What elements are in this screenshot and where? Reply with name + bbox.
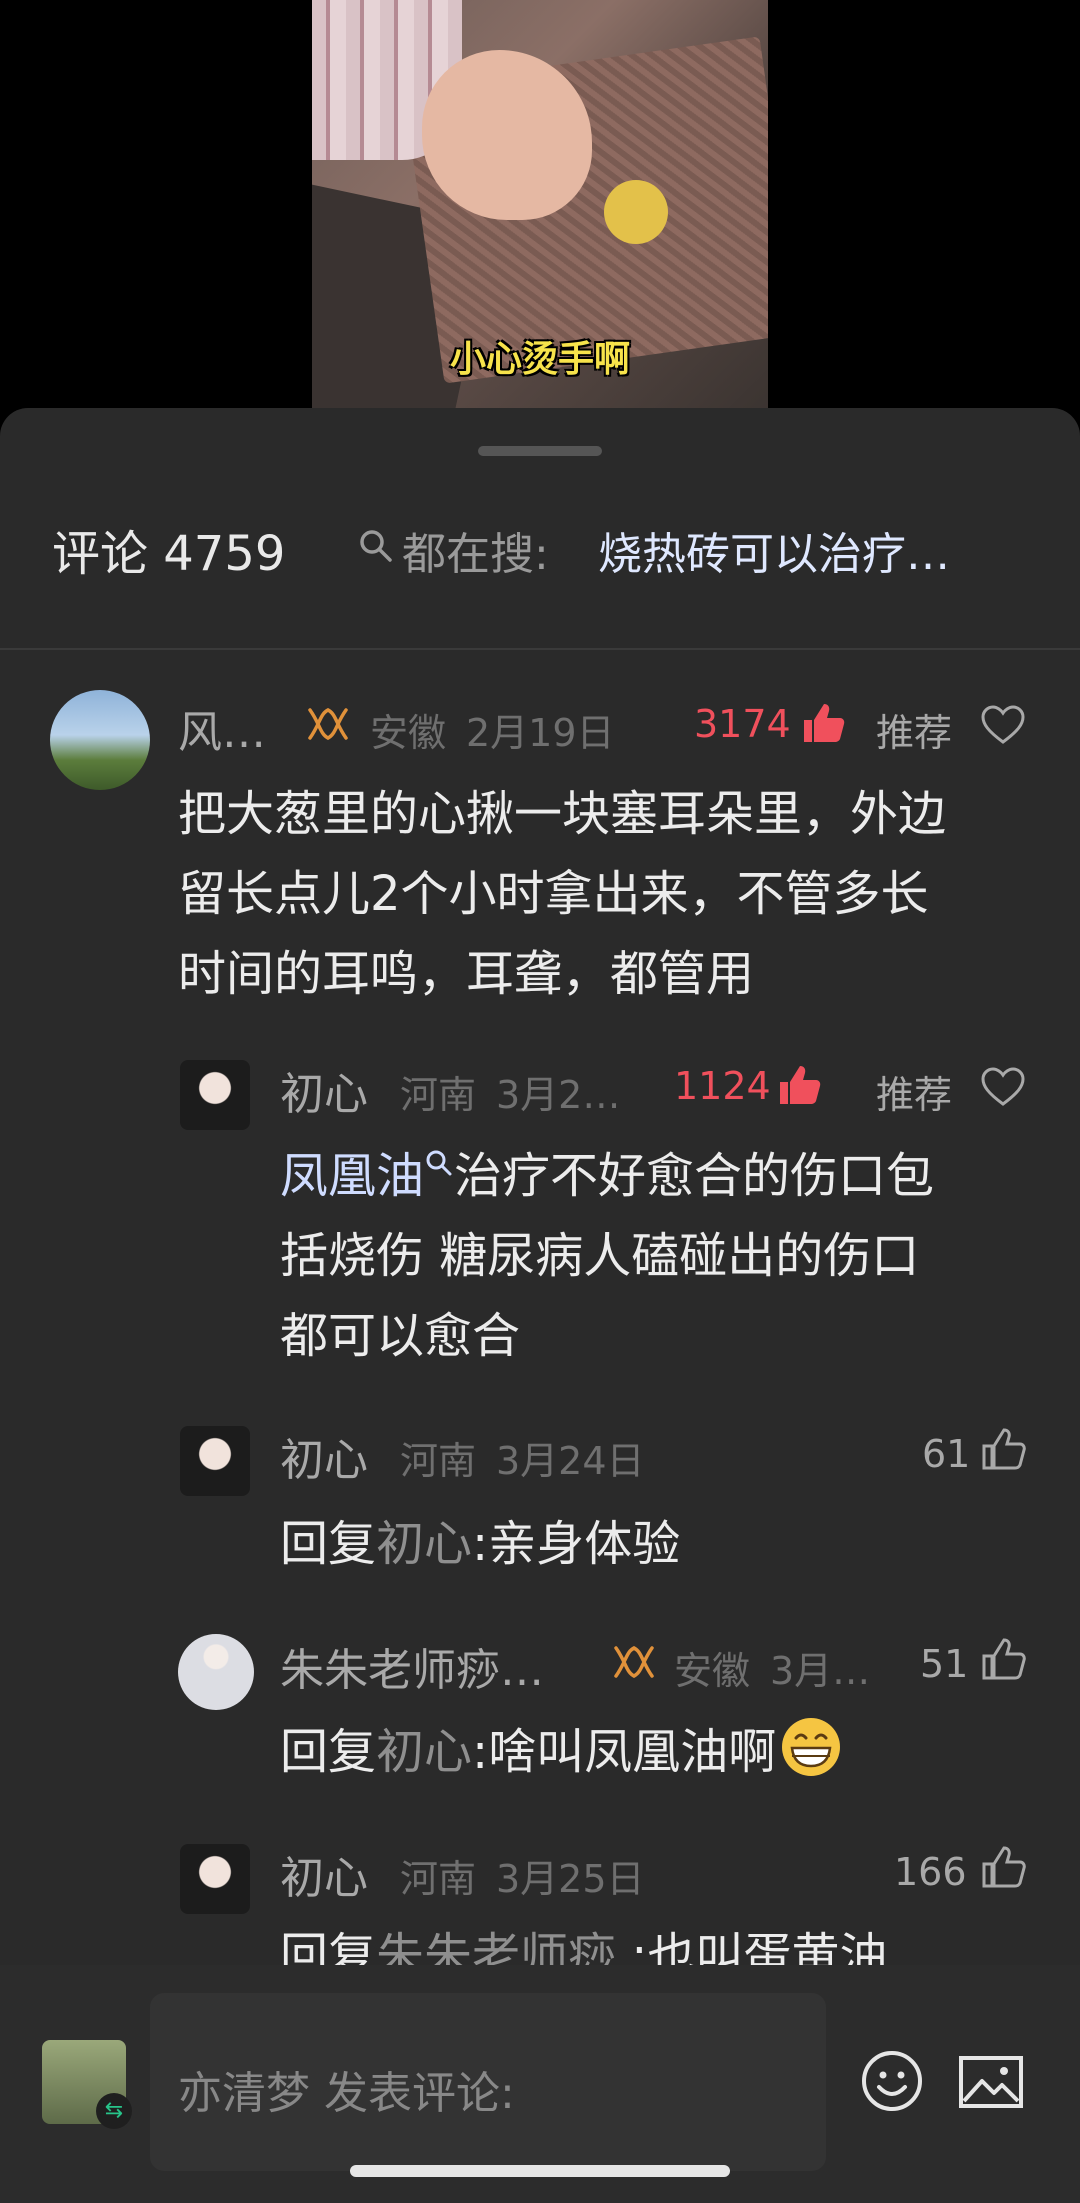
video-caption: 小心烫手啊: [449, 339, 630, 380]
switch-account-icon[interactable]: ⇆: [96, 2093, 132, 2129]
comment-date: 3月…: [770, 1649, 871, 1693]
comment-text-segment: 治疗不好愈合的伤口包: [454, 1148, 935, 1204]
comment-text-line: 凤凰油 治疗不好愈合的伤口包: [280, 1136, 1040, 1216]
grin-emoji-icon: [782, 1718, 841, 1776]
sheet-grab-handle[interactable]: [478, 446, 602, 456]
comment-sheet: 评论 4759 都在搜: 烧热砖可以治疗… 风… 安徽 2月19日 3174 推…: [0, 408, 1080, 2203]
trending-search-query[interactable]: 烧热砖可以治疗…: [598, 518, 950, 582]
home-indicator[interactable]: [350, 2165, 730, 2177]
video-frame[interactable]: 小心烫手啊: [312, 0, 768, 410]
like-count: 51: [920, 1642, 969, 1686]
search-icon[interactable]: [358, 528, 394, 564]
comment-location: 河南: [400, 1439, 477, 1483]
header-divider: [0, 648, 1080, 650]
comment-text-segment: :亲身体验: [472, 1516, 681, 1572]
comment-location: 安徽: [370, 711, 447, 755]
comment-input-placeholder: 亦清梦 发表评论:: [178, 2068, 515, 2119]
comment-author[interactable]: 初心: [280, 1842, 368, 1906]
like-count: 1124: [674, 1064, 771, 1108]
comment-author[interactable]: 初心: [280, 1058, 368, 1122]
like-thumb-icon[interactable]: [980, 1844, 1026, 1890]
comments-header: 评论 4759 都在搜: 烧热砖可以治疗…: [0, 508, 1080, 582]
avatar[interactable]: [180, 1426, 250, 1496]
like-thumb-icon[interactable]: [776, 1062, 822, 1108]
comment-text-segment: :啥叫凤凰油啊: [472, 1724, 777, 1780]
heart-icon[interactable]: [980, 704, 1026, 746]
like-count: 166: [894, 1850, 967, 1894]
comment-location: 河南: [400, 1857, 477, 1901]
comment-author[interactable]: 初心: [280, 1424, 368, 1488]
comment-text: 凤凰油 治疗不好愈合的伤口包 括烧伤 糖尿病人磕碰出的伤口 都可以愈合: [280, 1136, 1040, 1376]
comment-text-segment: :也叫蛋黄油: [616, 1928, 888, 1966]
like-count: 61: [922, 1432, 971, 1476]
comment-text-line: 留长点儿2个小时拿出来，不管多长: [178, 866, 929, 922]
like-count: 3174: [694, 702, 791, 746]
like-thumb-icon[interactable]: [980, 1636, 1026, 1682]
comment-author[interactable]: 风…: [178, 696, 266, 760]
recommend-label[interactable]: 推荐: [876, 1064, 952, 1119]
like-thumb-icon[interactable]: [800, 700, 846, 746]
crown-badge-icon: [614, 1646, 654, 1678]
avatar[interactable]: [50, 690, 150, 790]
reply-mention[interactable]: 朱朱老师痧: [376, 1928, 616, 1966]
like-thumb-icon[interactable]: [980, 1426, 1026, 1472]
comment-input[interactable]: 亦清梦 发表评论:: [150, 1993, 826, 2171]
search-link[interactable]: 凤凰油: [280, 1148, 424, 1204]
emoji-icon[interactable]: [860, 2049, 924, 2113]
comment-text: 回复初心:啥叫凤凰油啊: [280, 1712, 1040, 1792]
avatar[interactable]: [180, 1060, 250, 1130]
avatar[interactable]: [180, 1844, 250, 1914]
comment-location: 河南: [400, 1073, 477, 1117]
comment-text: 回复朱朱老师痧 :也叫蛋黄油: [280, 1916, 1040, 1966]
comments-count-title: 评论 4759: [52, 526, 286, 582]
comment-date: 3月24日: [496, 1439, 645, 1483]
comment-author[interactable]: 朱朱老师痧…: [280, 1634, 544, 1698]
video-player[interactable]: 小心烫手啊: [0, 0, 1080, 410]
recommend-label[interactable]: 推荐: [876, 702, 952, 757]
comment-date: 3月25日: [496, 1857, 645, 1901]
crown-badge-icon: [308, 708, 348, 740]
heart-icon[interactable]: [980, 1066, 1026, 1108]
comment-text-line: 都可以愈合: [280, 1308, 521, 1364]
video-yellow-disc: [604, 180, 668, 244]
comment-text: 把大葱里的心揪一块塞耳朵里，外边 留长点儿2个小时拿出来，不管多长 时间的耳鸣，…: [178, 774, 1038, 1014]
comment-date: 2月19日: [466, 711, 615, 755]
reply-prefix: 回复: [280, 1928, 377, 1966]
reply-mention[interactable]: 初心: [376, 1516, 472, 1572]
comment-text-line: 时间的耳鸣，耳聋，都管用: [178, 946, 755, 1002]
comment-location: 安徽: [674, 1649, 751, 1693]
trending-search-label[interactable]: 都在搜:: [402, 518, 549, 582]
comment-composer-bar: ⇆ 亦清梦 发表评论:: [0, 1965, 1080, 2203]
image-icon[interactable]: [958, 2055, 1024, 2109]
reply-prefix: 回复: [280, 1724, 377, 1780]
comment-text-line: 括烧伤 糖尿病人磕碰出的伤口: [280, 1228, 920, 1284]
comment-text-line: 把大葱里的心揪一块塞耳朵里，外边: [178, 786, 947, 842]
avatar[interactable]: [178, 1634, 254, 1710]
comment-text: 回复初心:亲身体验: [280, 1504, 1040, 1584]
search-icon[interactable]: [424, 1148, 454, 1178]
reply-mention[interactable]: 初心: [376, 1724, 472, 1780]
comment-date: 3月2…: [496, 1073, 621, 1117]
reply-prefix: 回复: [280, 1516, 377, 1572]
